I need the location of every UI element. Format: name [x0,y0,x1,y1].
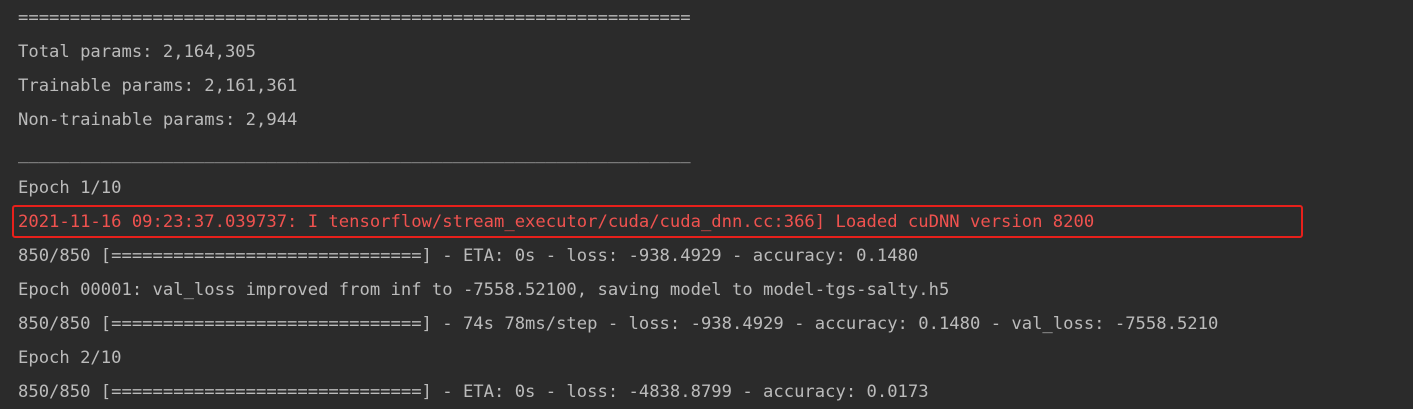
total-params-line: Total params: 2,164,305 [18,42,256,62]
checkpoint-save-line: Epoch 00001: val_loss improved from inf … [18,280,950,300]
trainable-params-line: Trainable params: 2,161,361 [18,76,298,96]
epoch-1-progress-line: 850/850 [==============================]… [18,246,919,266]
epoch-2-progress-line: 850/850 [==============================]… [18,382,929,402]
separator-line-double: ========================================… [18,8,691,28]
epoch-1-summary-line: 850/850 [==============================]… [18,314,1219,334]
epoch-2-header: Epoch 2/10 [18,348,122,368]
console-output: ========================================… [0,0,1413,409]
highlight-box [12,205,1303,238]
non-trainable-params-line: Non-trainable params: 2,944 [18,110,298,130]
separator-line-underscore: ________________________________________… [18,144,691,164]
epoch-1-header: Epoch 1/10 [18,178,122,198]
